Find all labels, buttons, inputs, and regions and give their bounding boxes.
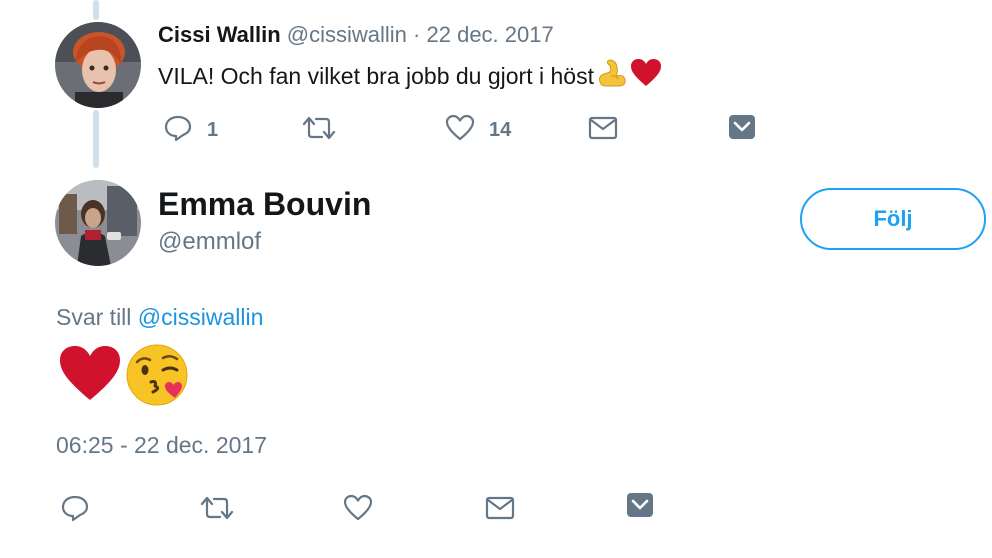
retweet-icon [302, 114, 336, 147]
retweet-icon [200, 494, 234, 527]
reply-action[interactable] [60, 494, 90, 527]
chevron-down-icon [728, 114, 756, 145]
heart-outline-icon [343, 494, 373, 527]
separator-dot: · [413, 22, 421, 47]
like-count: 14 [489, 119, 512, 141]
more-options-action[interactable] [728, 114, 756, 145]
envelope-icon [485, 496, 515, 525]
reply-to-mention-link[interactable]: @cissiwallin [138, 304, 264, 330]
tweet-timestamp[interactable]: 06:25 - 22 dec. 2017 [56, 432, 267, 459]
flexed-biceps-emoji-icon [596, 58, 628, 94]
chevron-down-icon [626, 492, 654, 523]
avatar-cissi[interactable] [55, 22, 141, 108]
thread-connector-top [93, 0, 99, 20]
reply-icon [60, 494, 90, 527]
avatar-emma[interactable] [55, 180, 141, 266]
follow-button[interactable]: Följ [800, 188, 986, 250]
reply-action[interactable]: 1 [163, 114, 218, 147]
author-name[interactable]: Cissi Wallin [158, 22, 281, 47]
reply-to-line: Svar till @cissiwallin [56, 304, 263, 331]
reply-count: 1 [207, 119, 219, 141]
like-action[interactable]: 14 [445, 114, 511, 147]
reply-icon [163, 114, 193, 147]
reply-tweet-header: Cissi Wallin @cissiwallin · 22 dec. 2017 [158, 22, 554, 48]
author-name[interactable]: Emma Bouvin [158, 186, 371, 223]
direct-message-action[interactable] [485, 496, 515, 525]
thread-connector [93, 110, 99, 168]
tweet-date[interactable]: 22 dec. 2017 [427, 22, 554, 47]
reply-tweet-text: VILA! Och fan vilket bra jobb du gjort i… [158, 58, 662, 94]
heart-outline-icon [445, 114, 475, 147]
reply-to-prefix: Svar till [56, 304, 132, 330]
retweet-action[interactable] [302, 114, 336, 147]
direct-message-action[interactable] [588, 116, 618, 145]
author-handle[interactable]: @cissiwallin [287, 22, 407, 47]
tweet-text: VILA! Och fan vilket bra jobb du gjort i… [158, 62, 594, 89]
red-heart-emoji-icon [58, 344, 122, 409]
retweet-action[interactable] [200, 494, 234, 527]
author-handle[interactable]: @emmlof [158, 228, 261, 256]
like-action[interactable] [343, 494, 373, 527]
more-options-action[interactable] [626, 492, 654, 523]
red-heart-emoji-icon [630, 58, 662, 94]
envelope-icon [588, 116, 618, 145]
face-blowing-a-kiss-emoji-icon [125, 342, 191, 413]
